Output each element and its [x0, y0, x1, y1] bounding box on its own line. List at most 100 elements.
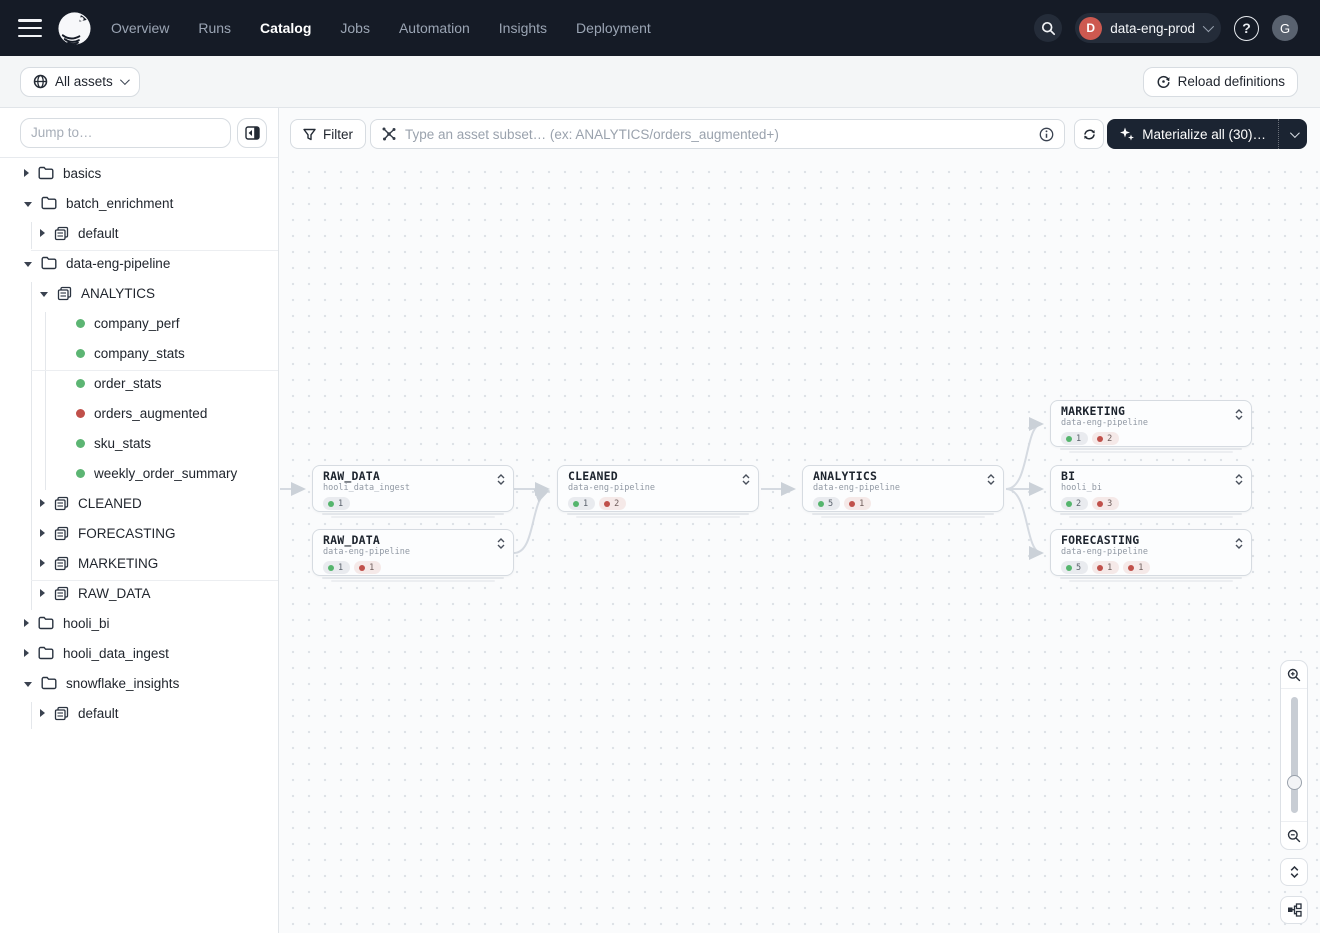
tree-group-cleaned[interactable]: CLEANED — [0, 488, 278, 518]
dagster-logo-icon[interactable] — [56, 10, 93, 47]
tree-asset-company-stats[interactable]: company_stats — [0, 338, 278, 368]
tree-label: weekly_order_summary — [94, 466, 237, 481]
deployment-switcher[interactable]: D data-eng-prod — [1075, 13, 1221, 43]
tree-asset-company-perf[interactable]: company_perf — [0, 308, 278, 338]
nav-item-runs[interactable]: Runs — [198, 20, 231, 36]
user-avatar[interactable]: G — [1272, 15, 1298, 41]
group-node-bi[interactable]: BI hooli_bi 2 3 — [1050, 465, 1252, 512]
caret-right-icon[interactable] — [40, 529, 45, 537]
relayout-graph-button[interactable] — [1280, 896, 1308, 924]
group-node-cleaned[interactable]: CLEANED data-eng-pipeline 1 2 — [557, 465, 759, 512]
caret-down-icon[interactable] — [40, 292, 48, 297]
asset-graph-canvas: Filter — [280, 108, 1320, 933]
nav-item-insights[interactable]: Insights — [499, 20, 547, 36]
caret-right-icon[interactable] — [40, 709, 45, 717]
filter-button[interactable]: Filter — [290, 119, 366, 149]
tree-label: order_stats — [94, 376, 162, 391]
tree-label: default — [78, 226, 119, 241]
tree-group-marketing[interactable]: MARKETING — [0, 548, 278, 578]
status-badge: 2 — [599, 497, 626, 510]
reload-icon — [1156, 74, 1171, 89]
caret-right-icon[interactable] — [40, 589, 45, 597]
group-node-forecasting[interactable]: FORECASTING data-eng-pipeline 5 1 1 — [1050, 529, 1252, 576]
search-button[interactable] — [1034, 14, 1062, 42]
nav-item-jobs[interactable]: Jobs — [340, 20, 370, 36]
nav-item-automation[interactable]: Automation — [399, 20, 470, 36]
asset-group-icon — [54, 526, 69, 541]
zoom-slider[interactable] — [1281, 688, 1307, 822]
group-node-analytics[interactable]: ANALYTICS data-eng-pipeline 5 1 — [802, 465, 1004, 512]
expand-group-icon[interactable] — [1235, 474, 1243, 485]
tree-group-forecasting[interactable]: FORECASTING — [0, 518, 278, 548]
status-badge: 1 — [323, 497, 350, 510]
indent-guide — [31, 222, 32, 249]
expand-group-icon[interactable] — [987, 474, 995, 485]
globe-icon — [33, 74, 48, 89]
tree-folder-batch-enrichment[interactable]: batch_enrichment — [0, 188, 278, 218]
expand-group-icon[interactable] — [497, 474, 505, 485]
expand-all-groups-button[interactable] — [1280, 858, 1308, 886]
reload-definitions-button[interactable]: Reload definitions — [1143, 67, 1298, 97]
tree-asset-order-stats[interactable]: order_stats — [0, 368, 278, 398]
materialize-all-label: Materialize all (30)… — [1142, 127, 1266, 142]
tree-asset-weekly-order-summary[interactable]: weekly_order_summary — [0, 458, 278, 488]
tree-group-raw-data[interactable]: RAW_DATA — [0, 578, 278, 608]
collapse-sidebar-button[interactable] — [237, 118, 267, 148]
zoom-out-button[interactable] — [1280, 822, 1308, 849]
nav-item-overview[interactable]: Overview — [111, 20, 169, 36]
zoom-slider-handle[interactable] — [1287, 775, 1302, 790]
caret-right-icon[interactable] — [24, 649, 29, 657]
asset-subset-input[interactable] — [405, 127, 1031, 142]
status-badge: 5 — [813, 497, 840, 510]
tree-group-analytics[interactable]: ANALYTICS — [0, 278, 278, 308]
asset-group-icon — [54, 226, 69, 241]
group-node-raw-data-pipeline[interactable]: RAW_DATA data-eng-pipeline 1 1 — [312, 529, 514, 576]
tree-group-default-snowflake[interactable]: default — [0, 698, 278, 728]
group-node-title: ANALYTICS — [813, 470, 995, 483]
caret-down-icon[interactable] — [24, 202, 32, 207]
asset-status-dot — [76, 349, 85, 358]
caret-right-icon[interactable] — [40, 499, 45, 507]
materialize-all-button[interactable]: Materialize all (30)… — [1107, 119, 1307, 149]
refresh-graph-button[interactable] — [1074, 119, 1104, 149]
tree-separator — [31, 250, 278, 251]
tree-folder-basics[interactable]: basics — [0, 158, 278, 188]
caret-right-icon[interactable] — [40, 559, 45, 567]
caret-down-icon[interactable] — [24, 262, 32, 267]
expand-group-icon[interactable] — [497, 538, 505, 549]
folder-icon — [38, 616, 54, 630]
expand-group-icon[interactable] — [1235, 538, 1243, 549]
expand-group-icon[interactable] — [1235, 409, 1243, 420]
tree-folder-snowflake-insights[interactable]: snowflake_insights — [0, 668, 278, 698]
zoom-slider-track[interactable] — [1291, 697, 1298, 813]
nav-item-deployment[interactable]: Deployment — [576, 20, 651, 36]
tree-asset-sku-stats[interactable]: sku_stats — [0, 428, 278, 458]
menu-icon[interactable] — [18, 19, 42, 37]
tree-label: MARKETING — [78, 556, 158, 571]
expand-group-icon[interactable] — [742, 474, 750, 485]
tree-folder-hooli-data-ingest[interactable]: hooli_data_ingest — [0, 638, 278, 668]
tree-asset-orders-augmented[interactable]: orders_augmented — [0, 398, 278, 428]
group-node-marketing[interactable]: MARKETING data-eng-pipeline 1 2 — [1050, 400, 1252, 447]
caret-right-icon[interactable] — [24, 169, 29, 177]
caret-right-icon[interactable] — [24, 619, 29, 627]
tree-group-default[interactable]: default — [0, 218, 278, 248]
group-node-subtitle: data-eng-pipeline — [568, 483, 750, 493]
lineage-graph[interactable]: RAW_DATA hooli_data_ingest 1 RAW_DATA da… — [280, 158, 1320, 933]
nav-item-catalog[interactable]: Catalog — [260, 20, 311, 36]
jump-to-input[interactable] — [20, 118, 231, 148]
help-button[interactable]: ? — [1234, 16, 1259, 41]
tree-folder-hooli-bi[interactable]: hooli_bi — [0, 608, 278, 638]
asset-subset-searchbox — [370, 119, 1065, 149]
search-icon — [1041, 21, 1056, 36]
caret-down-icon[interactable] — [24, 682, 32, 687]
asset-group-icon — [54, 556, 69, 571]
asset-scope-dropdown[interactable]: All assets — [20, 67, 140, 97]
group-node-raw-data-ingest[interactable]: RAW_DATA hooli_data_ingest 1 — [312, 465, 514, 512]
tree-folder-data-eng-pipeline[interactable]: data-eng-pipeline — [0, 248, 278, 278]
caret-right-icon[interactable] — [40, 229, 45, 237]
info-icon[interactable] — [1039, 127, 1054, 142]
zoom-in-button[interactable] — [1280, 661, 1308, 688]
group-node-title: RAW_DATA — [323, 534, 505, 547]
materialize-options-caret[interactable] — [1278, 119, 1307, 149]
